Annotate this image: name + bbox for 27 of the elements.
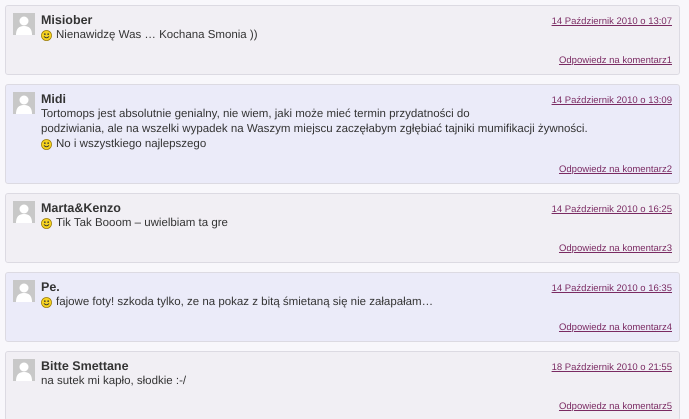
comment-text: podziwiania, ale na wszelki wypadek na Waszym miejscu zaczęłabym zgłębiać tajniki mumifikacji żywności. [41,122,588,137]
author-name: Misiober [41,12,92,28]
reply-link[interactable]: Odpowiedz na komentarz4 [558,322,672,334]
comment-text: Tik Tak Booom – uwielbiam ta gre [56,216,228,231]
reply-link[interactable]: Odpowiedz na komentarz1 [558,55,672,67]
avatar-icon [13,201,35,223]
date-link[interactable]: 14 Październik 2010 o 16:35 [552,283,672,294]
date-link[interactable]: 18 Październik 2010 o 21:55 [552,362,672,373]
comment-text: fajowe foty! szkoda tylko, ze na pokaz z bitą śmietaną się nie załapałam… [56,295,434,310]
comment-text: Tortomops jest absolutnie genialny, nie wiem, jaki może mieć termin przydatności do [41,107,470,122]
reply-link[interactable]: Odpowiedz na komentarz5 [558,401,672,413]
avatar-icon [13,13,35,35]
comment-text: Nienawidzę Was … Kochana Smonia )) [56,28,258,43]
comment-text: na sutek mi kapło, słodkie :-/ [41,374,186,389]
reply-link[interactable]: Odpowiedz na komentarz2 [558,164,672,176]
author-name: Pe. [41,279,60,295]
avatar-icon [13,92,35,114]
reply-link[interactable]: Odpowiedz na komentarz3 [558,243,672,255]
date-link[interactable]: 14 Październik 2010 o 13:09 [552,95,672,106]
author-name: Midi [41,91,66,107]
avatar-icon [13,359,35,381]
avatar-icon [13,280,35,302]
author-name: Bitte Smettane [41,358,129,374]
author-name: Marta&Kenzo [41,200,121,216]
date-link[interactable]: 14 Październik 2010 o 16:25 [552,204,672,215]
comment-text: No i wszystkiego najlepszego [56,137,206,152]
date-link[interactable]: 14 Październik 2010 o 13:07 [552,16,672,27]
